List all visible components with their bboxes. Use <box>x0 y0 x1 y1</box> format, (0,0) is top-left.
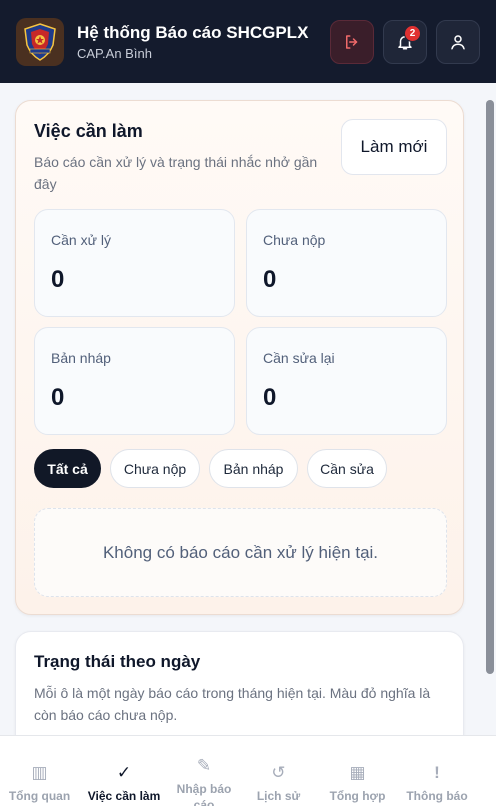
alert-icon: ! <box>434 763 440 782</box>
todo-description: Báo cáo cần xử lý và trạng thái nhắc nhở… <box>34 154 318 192</box>
nav-enter-report[interactable]: ✎ Nhập báo cáo <box>169 736 239 806</box>
filter-not-submitted-chip[interactable]: Chưa nộp <box>110 449 200 488</box>
stat-card-drafts: Bản nháp 0 <box>34 327 235 435</box>
logout-button[interactable] <box>330 19 374 64</box>
nav-todo[interactable]: ✓ Việc cần làm <box>79 736 169 806</box>
nav-notifications[interactable]: ! Thông báo <box>397 736 477 806</box>
stat-card-pending: Cần xử lý 0 <box>34 209 235 317</box>
stat-value: 0 <box>51 384 65 411</box>
app-title: Hệ thống Báo cáo SHCGPLX <box>77 22 309 42</box>
grid-icon: ▦ <box>349 763 366 782</box>
header-titles: Hệ thống Báo cáo SHCGPLX CAP.An Bình <box>77 23 321 61</box>
nav-label: Tổng quan <box>8 789 71 803</box>
status-by-day-title: Trạng thái theo ngày <box>34 652 201 671</box>
filter-all-chip[interactable]: Tất cả <box>34 449 101 488</box>
stat-label: Chưa nộp <box>263 232 326 248</box>
status-by-day-card: Trạng thái theo ngày Mỗi ô là một ngày b… <box>15 631 464 735</box>
dashboard-icon: ▥ <box>31 763 48 782</box>
stat-card-not-submitted: Chưa nộp 0 <box>246 209 447 317</box>
notification-count-badge: 2 <box>404 24 421 42</box>
filter-drafts-chip[interactable]: Bản nháp <box>209 449 298 488</box>
filter-needs-revision-chip[interactable]: Cần sửa <box>307 449 387 488</box>
nav-overview[interactable]: ▥ Tổng quan <box>0 736 79 806</box>
logout-icon <box>346 34 358 49</box>
user-profile-button[interactable] <box>436 19 480 64</box>
app-header: Hệ thống Báo cáo SHCGPLX CAP.An Bình 2 <box>0 0 496 83</box>
stat-card-needs-revision: Cần sửa lại 0 <box>246 327 447 435</box>
stat-value: 0 <box>263 384 277 411</box>
nav-label: Thông báo <box>406 789 468 803</box>
stat-value: 0 <box>263 266 277 293</box>
main-content[interactable]: Việc cần làm Báo cáo cần xử lý và trạng … <box>0 83 496 735</box>
stat-label: Cần sửa lại <box>263 350 335 366</box>
nav-label: Lịch sử <box>256 789 301 803</box>
status-by-day-description: Mỗi ô là một ngày báo cáo trong tháng hi… <box>34 685 431 723</box>
checkmark-icon: ✓ <box>116 763 132 782</box>
history-icon: ↺ <box>271 763 286 782</box>
nav-label: Tổng hợp <box>329 789 386 803</box>
bottom-navigation: ▥ Tổng quan ✓ Việc cần làm ✎ Nhập báo cá… <box>0 735 496 806</box>
refresh-button[interactable]: Làm mới <box>341 119 447 175</box>
notifications-button[interactable]: 2 <box>383 19 427 64</box>
stat-label: Cần xử lý <box>51 232 111 248</box>
pencil-icon: ✎ <box>196 756 212 775</box>
unit-name: CAP.An Bình <box>77 45 152 61</box>
scrollbar-thumb[interactable] <box>486 100 494 674</box>
todo-card: Việc cần làm Báo cáo cần xử lý và trạng … <box>15 100 464 615</box>
todo-title: Việc cần làm <box>34 121 143 141</box>
nav-label: Việc cần làm <box>87 789 161 803</box>
stat-label: Bản nháp <box>51 350 111 366</box>
nav-summary[interactable]: ▦ Tổng hợp <box>318 736 397 806</box>
user-icon <box>451 34 465 49</box>
stat-value: 0 <box>51 266 65 293</box>
nav-history[interactable]: ↺ Lịch sử <box>239 736 318 806</box>
empty-state: Không có báo cáo cần xử lý hiện tại. <box>34 508 447 597</box>
police-badge-logo <box>16 17 64 66</box>
nav-label: Nhập báo cáo <box>176 782 232 806</box>
